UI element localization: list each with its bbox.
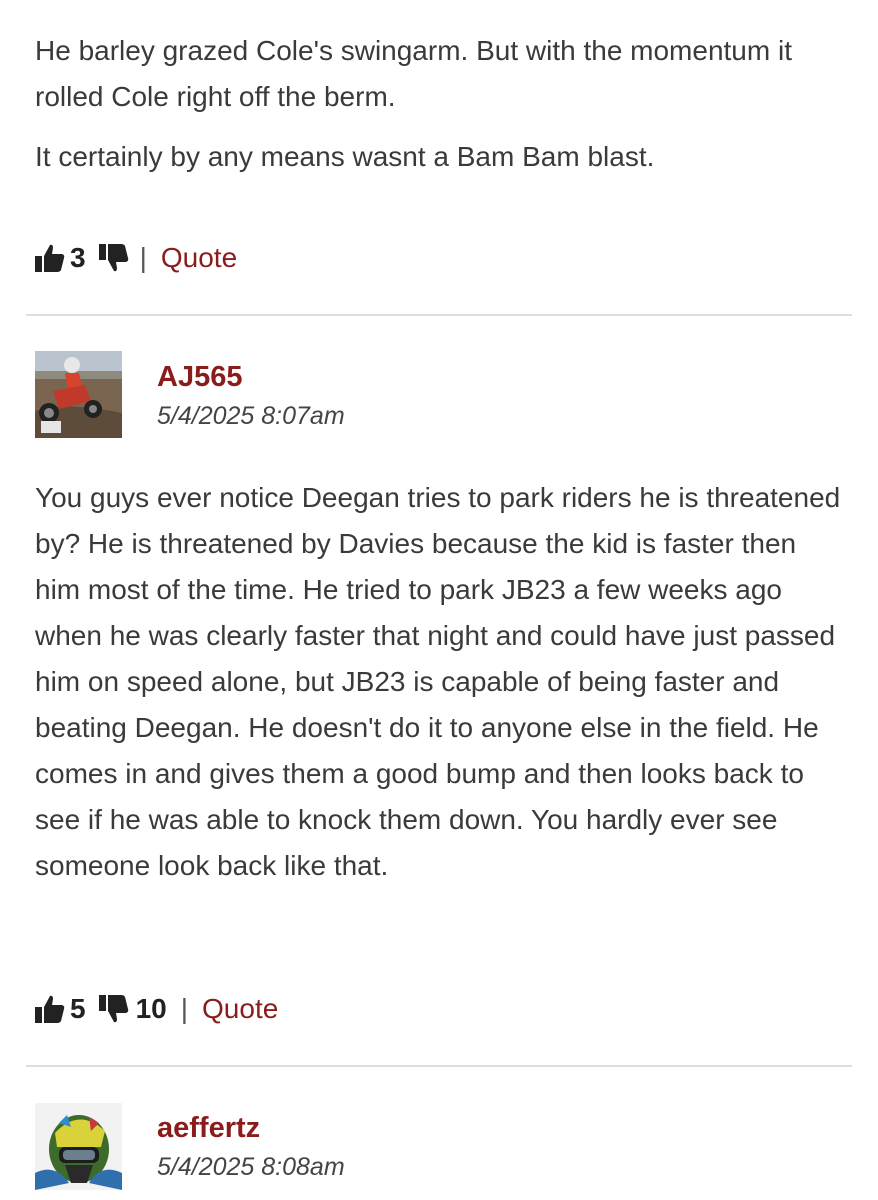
forum-thread: He barley grazed Cole's swingarm. But wi… [0,0,878,1200]
post-divider [26,1065,852,1067]
thumbs-down-icon[interactable] [98,242,130,274]
vote-bar: 3 | Quote [34,238,237,278]
quote-link[interactable]: Quote [161,242,237,274]
separator: | [139,242,147,273]
username[interactable]: aeffertz [157,1112,260,1145]
thumbs-up-icon[interactable] [34,993,66,1025]
upvote-count: 5 [70,993,86,1024]
avatar[interactable] [35,1103,122,1190]
separator: | [180,993,189,1024]
vote-bar: 5 10 | Quote [34,989,278,1029]
post-date: 5/4/2025 8:07am [157,402,345,430]
post-date: 5/4/2025 8:08am [157,1153,345,1181]
post-paragraph: He barley grazed Cole's swingarm. But wi… [35,35,792,112]
post-paragraph: It certainly by any means wasnt a Bam Ba… [35,141,655,172]
thumbs-up-icon[interactable] [34,242,66,274]
post-divider [26,314,852,316]
post-body: You guys ever notice Deegan tries to par… [35,475,845,889]
post-body: He barley grazed Cole's swingarm. But wi… [35,28,845,180]
thumbs-down-icon[interactable] [98,993,130,1025]
username[interactable]: AJ565 [157,361,242,394]
avatar[interactable] [35,351,122,438]
post-paragraph: You guys ever notice Deegan tries to par… [35,482,841,881]
upvote-count: 3 [70,242,86,273]
downvote-count: 10 [135,993,167,1024]
quote-link[interactable]: Quote [202,993,278,1025]
